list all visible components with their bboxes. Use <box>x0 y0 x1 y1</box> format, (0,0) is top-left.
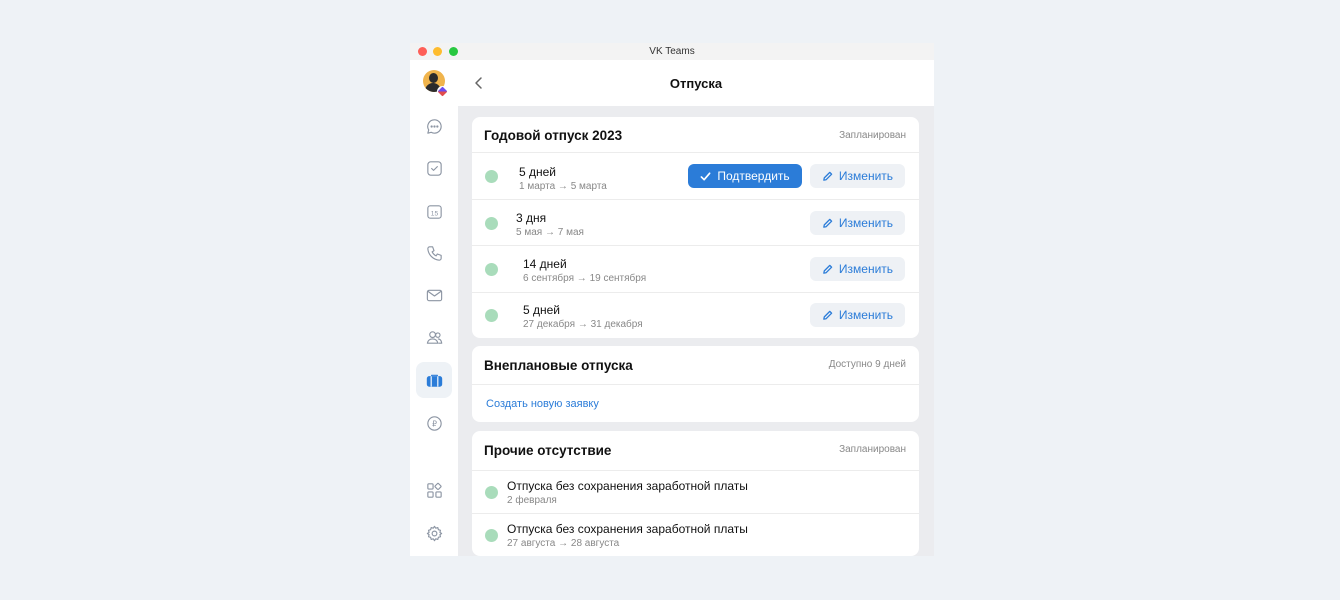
vacation-days: 5 дней <box>519 165 557 179</box>
status-dot <box>485 263 498 276</box>
list-item: 14 дней 6 сентября → 19 сентября Изменит… <box>472 246 919 293</box>
pencil-icon <box>823 264 833 274</box>
vacation-days: 3 дня <box>516 211 547 225</box>
absence-name: Отпуска без сохранения заработной платы <box>507 479 748 493</box>
card-header: Годовой отпуск 2023 Запланирован <box>472 117 919 153</box>
payments-icon[interactable]: ₽ <box>416 405 452 441</box>
status-text: Доступно 9 дней <box>828 359 906 370</box>
edit-label: Изменить <box>838 216 894 230</box>
card-title: Внеплановые отпуска <box>484 358 633 373</box>
absence-name: Отпуска без сохранения заработной платы <box>507 522 748 536</box>
vacation-dates: 5 мая → 7 мая <box>516 227 584 238</box>
create-request-link[interactable]: Создать новую заявку <box>486 398 599 410</box>
absence-dates: 27 августа → 28 августа <box>507 538 620 549</box>
sidebar: 15 ₽ <box>410 60 458 556</box>
absence-dates: 2 февраля <box>507 495 557 506</box>
vacation-days: 5 дней <box>523 303 561 317</box>
list-item: 5 дней 27 декабря → 31 декабря Изменить <box>472 293 919 337</box>
pencil-icon <box>823 310 833 320</box>
other-absences-card: Прочие отсутствие Запланирован Отпуска б… <box>472 431 919 556</box>
header: Отпуска <box>458 60 934 106</box>
page-title: Отпуска <box>669 76 723 91</box>
card-header: Внеплановые отпуска Доступно 9 дней <box>472 346 919 385</box>
chat-icon[interactable] <box>416 108 452 144</box>
vacation-days: 14 дней <box>523 257 567 271</box>
status-badge <box>437 86 448 97</box>
app-window: VK Teams 15 ₽ Отпуска Годовой отпуск 202… <box>410 43 934 556</box>
confirm-button[interactable]: Подтвердить <box>688 164 802 188</box>
calendar-day: 15 <box>430 210 438 217</box>
payments-glyph: ₽ <box>432 419 437 428</box>
status-dot <box>485 309 498 322</box>
status-dot <box>485 217 498 230</box>
card-title: Годовой отпуск 2023 <box>484 128 623 143</box>
calendar-icon[interactable]: 15 <box>416 193 452 229</box>
edit-button[interactable]: Изменить <box>810 211 905 235</box>
phone-icon[interactable] <box>416 235 452 271</box>
annual-vacation-card: Годовой отпуск 2023 Запланирован 5 дней … <box>472 117 919 338</box>
settings-icon[interactable] <box>416 515 452 551</box>
vacation-dates: 6 сентября → 19 сентября <box>523 273 647 284</box>
main-content: Отпуска Годовой отпуск 2023 Запланирован… <box>458 60 934 556</box>
vacation-dates: 27 декабря → 31 декабря <box>523 319 643 330</box>
check-icon <box>700 171 711 181</box>
edit-label: Изменить <box>838 308 894 322</box>
list-item: Отпуска без сохранения заработной платы … <box>472 514 919 556</box>
unplanned-vacation-card: Внеплановые отпуска Доступно 9 дней Созд… <box>472 346 919 422</box>
edit-button[interactable]: Изменить <box>810 164 905 188</box>
status-text: Запланирован <box>839 130 906 141</box>
vacation-icon[interactable] <box>416 362 452 398</box>
list-item: 5 дней 1 марта → 5 марта Подтвердить Изм… <box>472 153 919 200</box>
pencil-icon <box>823 171 833 181</box>
status-text: Запланирован <box>839 444 906 455</box>
status-dot <box>485 170 498 183</box>
confirm-label: Подтвердить <box>717 169 790 183</box>
window-title: VK Teams <box>649 46 695 57</box>
status-dot <box>485 486 498 499</box>
edit-button[interactable]: Изменить <box>810 257 905 281</box>
list-item: Отпуска без сохранения заработной платы … <box>472 471 919 514</box>
pencil-icon <box>823 218 833 228</box>
card-title: Прочие отсутствие <box>484 443 612 458</box>
apps-icon[interactable] <box>416 472 452 508</box>
title-bar: VK Teams <box>410 43 934 60</box>
mail-icon[interactable] <box>416 277 452 313</box>
edit-label: Изменить <box>838 262 894 276</box>
edit-label: Изменить <box>838 169 894 183</box>
edit-button[interactable]: Изменить <box>810 303 905 327</box>
status-dot <box>485 529 498 542</box>
card-header: Прочие отсутствие Запланирован <box>472 431 919 471</box>
tasks-icon[interactable] <box>416 150 452 186</box>
contacts-icon[interactable] <box>416 319 452 355</box>
list-item: 3 дня 5 мая → 7 мая Изменить <box>472 200 919 246</box>
vacation-dates: 1 марта → 5 марта <box>519 181 607 192</box>
